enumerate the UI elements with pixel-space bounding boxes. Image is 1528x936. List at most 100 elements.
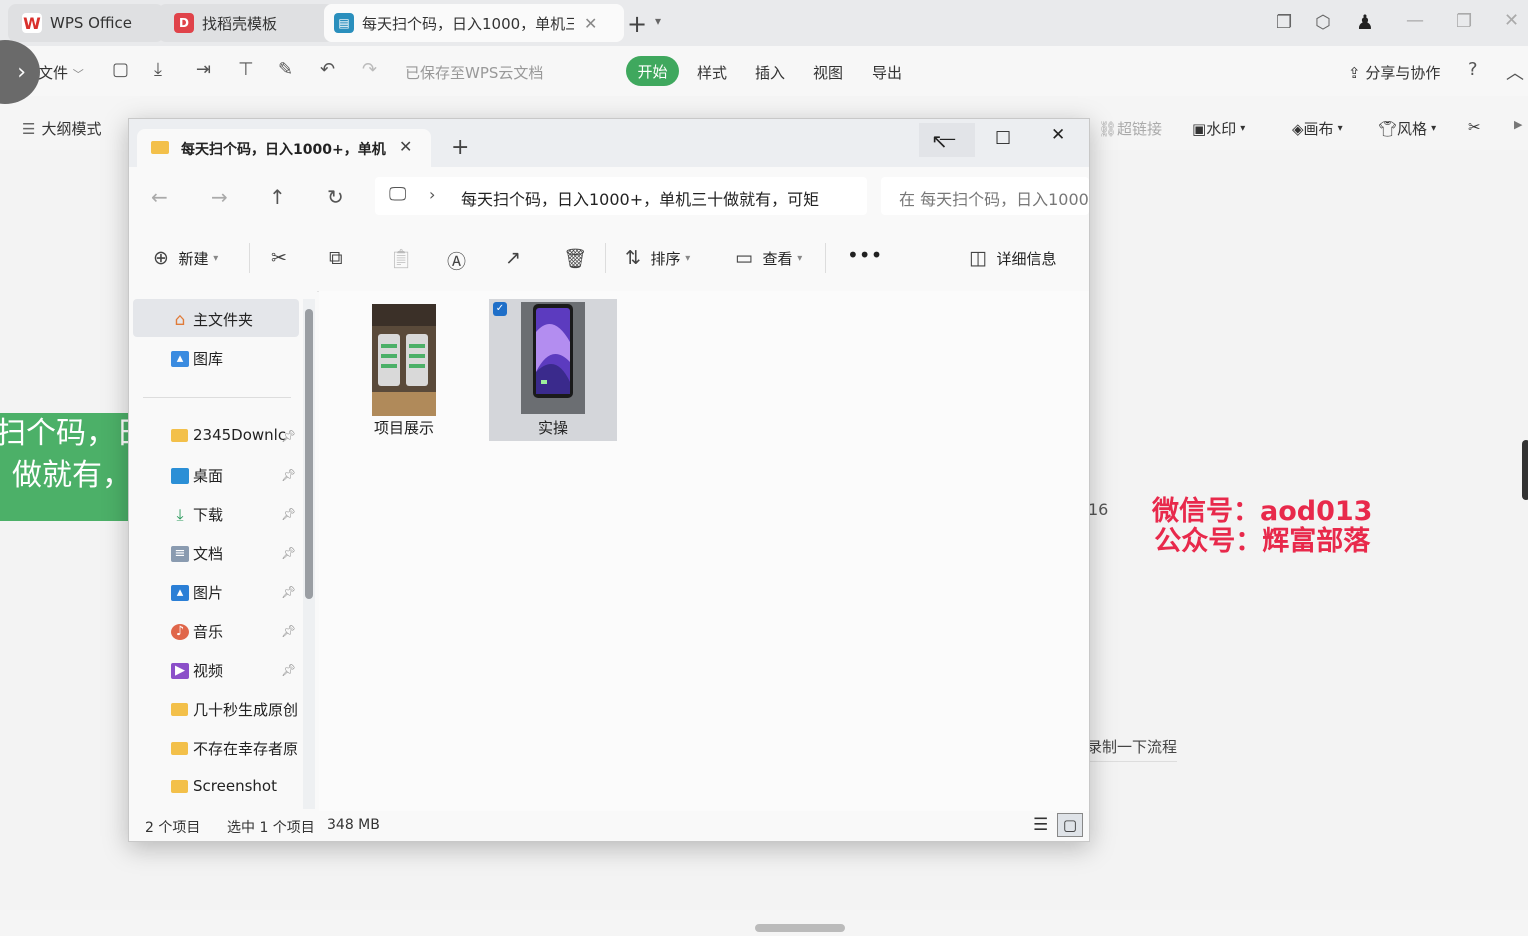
menu-insert[interactable]: 插入 (755, 62, 785, 83)
checkbox-checked-icon[interactable]: ✓ (493, 302, 507, 316)
close-icon[interactable]: ✕ (584, 14, 597, 33)
copy-button[interactable]: ⧉ (329, 247, 343, 269)
scissors-icon[interactable]: ✂ (1468, 118, 1481, 136)
address-bar[interactable]: 🖵 › 每天扫个码，日入1000+，单机三十做就有，可矩 (375, 177, 867, 215)
collapse-icon[interactable]: ︿ (1506, 59, 1524, 85)
sidebar-item-folder-a[interactable]: 几十秒生成原创 (171, 699, 301, 720)
share-button[interactable]: ⇪ 分享与协作 (1348, 62, 1440, 83)
file-item-selected[interactable]: ✓ 实操 (489, 299, 617, 441)
help-icon[interactable]: ? (1468, 59, 1478, 80)
selection-size: 348 MB (327, 817, 380, 833)
save-icon[interactable]: ▢ (112, 59, 129, 80)
menu-view[interactable]: 视图 (813, 62, 843, 83)
wps-toolbar: 文件 ﹀ ▢ ⤓ ⇥ ⊤ ✎ ↶ ↷ 已保存至WPS云文档 开始 样式 插入 视… (0, 46, 1528, 96)
sidebar-item-home-label: ⌂ 主文件夹 (171, 309, 301, 330)
sidebar-item-label: 音乐 (193, 623, 224, 641)
refresh-icon[interactable]: ↻ (327, 185, 344, 209)
chevron-down-icon: ▾ (1337, 123, 1343, 134)
paste-button[interactable]: 📋︎ (389, 247, 413, 270)
new-tab-icon[interactable]: + (627, 10, 647, 38)
delete-button[interactable]: 🗑︎ (563, 247, 587, 270)
sidebar-item-gallery[interactable]: ▴ 图库 (171, 348, 301, 369)
menu-style[interactable]: 样式 (697, 62, 727, 83)
new-button[interactable]: ⊕ 新建 ▾ (153, 247, 218, 269)
outline-mode-label: 大纲模式 (41, 120, 102, 138)
gallery-icon: ▴ (171, 350, 189, 367)
file-item[interactable]: 项目展示 (340, 301, 468, 441)
pen-icon[interactable]: ✎ (278, 59, 293, 80)
trash-icon: 🗑︎ (563, 248, 588, 270)
menu-start[interactable]: 开始 (626, 56, 679, 86)
undo-icon[interactable]: ↶ (320, 59, 335, 80)
search-input[interactable]: 在 每天扫个码，日入1000 (881, 177, 1089, 215)
explorer-navbar: ← → ↑ ↻ 🖵 › 每天扫个码，日入1000+，单机三十做就有，可矩 在 每… (129, 167, 1089, 225)
link-icon: ⛓ (1098, 119, 1118, 138)
details-pane-button[interactable]: ◫ 详细信息 (969, 247, 1057, 269)
scroll-handle[interactable] (1522, 440, 1528, 500)
paint-bucket-icon: ◈ (1292, 119, 1304, 138)
redo-icon[interactable]: ↷ (362, 59, 377, 80)
search-placeholder: 在 每天扫个码，日入1000 (899, 190, 1089, 209)
sidebar-item-folder-b[interactable]: 不存在幸存者原 (171, 738, 301, 759)
minimize-icon[interactable]: — (1406, 10, 1424, 31)
menu-export[interactable]: 导出 (872, 62, 902, 83)
chevron-right-icon: › (17, 59, 26, 85)
tab-templates[interactable]: D 找稻壳模板 (158, 4, 334, 42)
large-icons-view-icon[interactable]: ▢ (1057, 813, 1083, 837)
more-options-icon[interactable]: ••• (847, 243, 882, 267)
explorer-tab[interactable]: 每天扫个码，日入1000+，单机 ✕ (137, 129, 431, 167)
cube-icon[interactable]: ⬡ (1315, 12, 1331, 33)
overlay-contact-text: 微信号：aod013 公众号：辉富部落 (1152, 497, 1372, 557)
divider (825, 243, 826, 273)
view-button[interactable]: ▭ 查看 ▾ (735, 247, 802, 269)
list-icon: ☰ (22, 119, 36, 138)
tab-label: WPS Office (50, 14, 132, 32)
plus-circle-icon: ⊕ (153, 247, 169, 269)
avatar[interactable]: ♟ (1356, 10, 1374, 34)
new-label: 新建 (178, 249, 209, 268)
tab-wps-office[interactable]: W WPS Office (8, 4, 164, 42)
hyperlink-label: 超链接 (1117, 120, 1163, 138)
forward-icon[interactable]: → (211, 185, 228, 209)
rename-button[interactable]: Ⓐ (447, 247, 466, 274)
maximize-icon[interactable]: □ (995, 127, 1011, 147)
tab-current-doc[interactable]: ▤ 每天扫个码，日入1000，单机三 ✕ (324, 4, 624, 42)
close-icon[interactable]: ✕ (399, 137, 412, 156)
up-icon[interactable]: ↑ (269, 185, 286, 209)
chevron-down-icon[interactable]: ▾ (655, 14, 661, 28)
cut-button[interactable]: ✂ (271, 247, 287, 269)
restore-icon[interactable]: ❐ (1456, 11, 1472, 32)
file-menu[interactable]: 文件 ﹀ (38, 62, 84, 83)
sidebar-scrollbar-thumb[interactable] (305, 309, 313, 599)
overlay-public-account: 公众号：辉富部落 (1154, 526, 1371, 557)
chevron-right-icon[interactable]: ▶ (1514, 118, 1522, 131)
share-icon: ⇪ (1348, 64, 1366, 82)
pin-icon: 📌︎ (281, 429, 297, 443)
sort-button[interactable]: ⇅ 排序 ▾ (625, 247, 690, 269)
doc-number-fragment: 16 (1088, 500, 1109, 519)
watermark-button[interactable]: ▣ 水印 ▾ (1192, 118, 1245, 139)
sidebar-item-screenshot[interactable]: Screenshot (171, 777, 301, 795)
share-button[interactable]: ↗ (505, 247, 521, 269)
canvas-button[interactable]: ◈ 画布 ▾ (1292, 118, 1343, 139)
style-label: 风格 (1397, 120, 1428, 138)
pin-icon: 📌︎ (281, 624, 297, 638)
close-window-icon[interactable]: ✕ (1051, 125, 1065, 145)
home-icon: ⌂ (174, 309, 186, 330)
download-icon[interactable]: ⤓ (154, 59, 162, 80)
horizontal-scrollbar[interactable] (755, 924, 845, 932)
banner-line-1: 扫个码，日 (0, 416, 146, 451)
sidebar-scrollbar-track (303, 299, 315, 809)
hyperlink-button[interactable]: ⛓ 超链接 (1098, 118, 1162, 139)
outline-mode-button[interactable]: ☰ 大纲模式 (22, 118, 101, 139)
style-button[interactable]: 👕︎ 风格 ▾ (1378, 118, 1436, 139)
new-tab-icon[interactable]: + (451, 135, 469, 160)
details-view-icon[interactable]: ☰ (1033, 815, 1048, 835)
format-painter-icon[interactable]: ⊤ (238, 59, 254, 80)
doc-green-banner: 扫个码，日 做就有， (0, 413, 146, 521)
close-window-icon[interactable]: ✕ (1504, 10, 1519, 31)
back-icon[interactable]: ← (151, 185, 168, 209)
share-icon: ↗ (505, 247, 521, 269)
window-switch-icon[interactable]: ❐ (1276, 12, 1292, 33)
export-icon[interactable]: ⇥ (196, 59, 211, 80)
